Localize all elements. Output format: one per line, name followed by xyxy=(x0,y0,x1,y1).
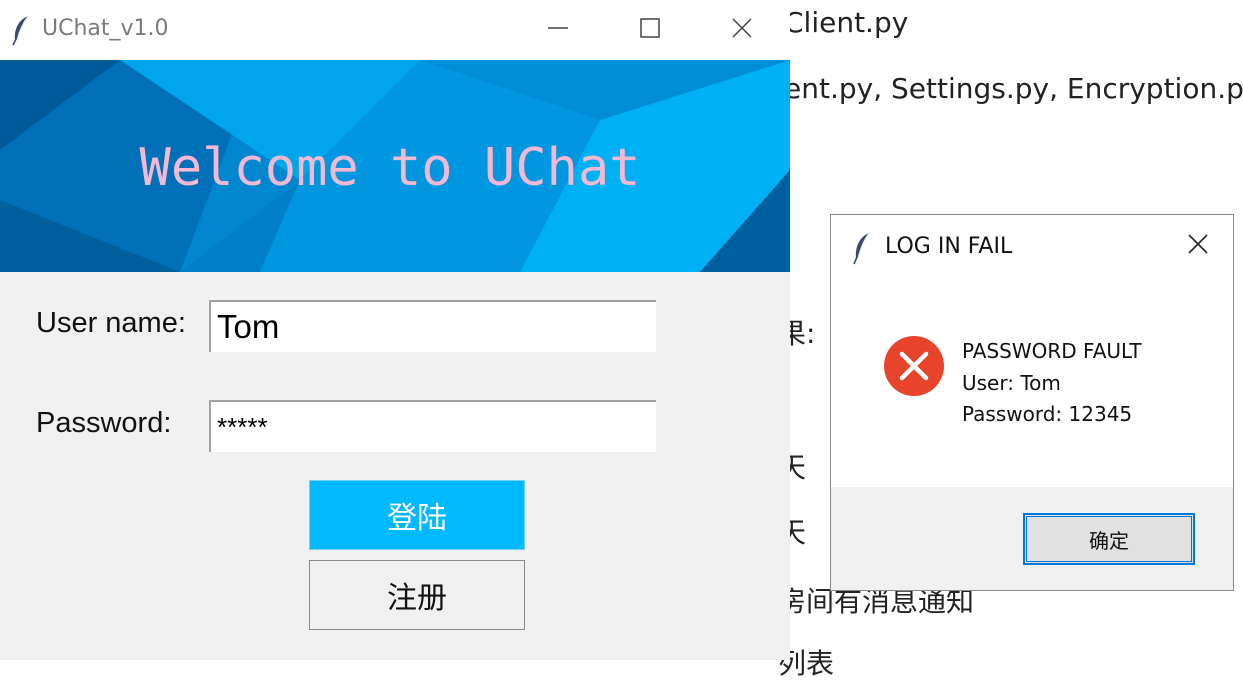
dialog-footer: 确定 xyxy=(831,487,1233,590)
message-line-1: PASSWORD FAULT xyxy=(962,339,1142,363)
password-label: Password: xyxy=(36,407,172,439)
minimize-button[interactable] xyxy=(512,0,604,60)
login-button[interactable]: 登陆 xyxy=(309,480,525,550)
dialog-close-button[interactable] xyxy=(1163,215,1233,277)
welcome-banner: Welcome to UChat xyxy=(0,60,790,272)
feather-icon xyxy=(10,14,32,46)
username-input[interactable] xyxy=(209,300,656,352)
window-title: UChat_v1.0 xyxy=(42,16,169,41)
maximize-button[interactable] xyxy=(604,0,696,60)
ok-button[interactable]: 确定 xyxy=(1023,513,1195,565)
login-fail-dialog: LOG IN FAIL PASSWORD FAULT User: Tom Pas… xyxy=(830,214,1234,591)
close-icon xyxy=(1187,233,1209,259)
error-icon xyxy=(883,335,945,397)
close-icon xyxy=(731,17,753,43)
password-input[interactable] xyxy=(209,400,656,452)
close-button[interactable] xyxy=(696,0,788,60)
doc-line-2: ent.py, Settings.py, Encryption.p xyxy=(784,72,1243,105)
login-window: UChat_v1.0 Welcome to UChat User name: T… xyxy=(0,0,790,660)
maximize-icon xyxy=(639,17,661,43)
doc-line-1: Client.py xyxy=(784,6,909,39)
register-button[interactable]: 注册 xyxy=(309,560,525,630)
feather-icon xyxy=(851,231,873,265)
title-bar[interactable]: UChat_v1.0 xyxy=(0,0,790,60)
banner-title: Welcome to UChat xyxy=(139,138,641,198)
username-label: User name: xyxy=(36,307,186,339)
minimize-icon xyxy=(547,17,569,43)
message-line-2: User: Tom xyxy=(962,371,1061,395)
ok-button-label: 确定 xyxy=(1089,528,1129,553)
dialog-title: LOG IN FAIL xyxy=(885,234,1013,259)
message-line-3: Password: 12345 xyxy=(962,402,1133,426)
